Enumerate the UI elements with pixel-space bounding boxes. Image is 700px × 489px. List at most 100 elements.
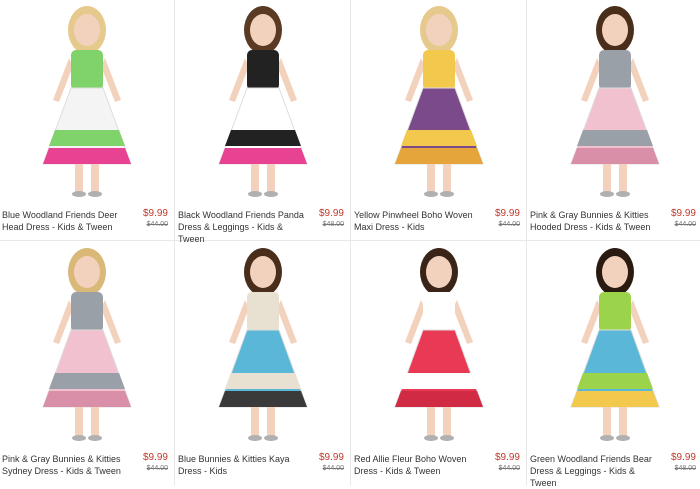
face [426, 256, 452, 288]
face [250, 14, 276, 46]
leg [427, 407, 435, 436]
sale-price: $9.99 [318, 452, 344, 463]
product-photo[interactable] [528, 242, 700, 448]
shoe [440, 191, 454, 197]
shoe [440, 435, 454, 441]
sale-price: $9.99 [318, 208, 344, 219]
dress-bodice [71, 292, 103, 332]
dress-bodice [71, 50, 103, 90]
dress-tier [219, 148, 307, 164]
leg [267, 164, 275, 192]
leg [251, 164, 259, 192]
girl-in-panda-dress-photo [218, 6, 308, 197]
product-name[interactable]: Red Allie Fleur Boho Woven Dress - Kids … [354, 453, 482, 477]
girl-in-pink-bunny-dress-photo [570, 6, 660, 197]
leg [603, 407, 611, 436]
shoe [424, 191, 438, 197]
shoe [72, 191, 86, 197]
dress-tier [225, 373, 301, 389]
grid-divider [350, 0, 351, 486]
girl-in-yellow-maxi-dress-photo [394, 6, 484, 197]
product-name[interactable]: Blue Woodland Friends Deer Head Dress - … [2, 209, 130, 233]
original-price: $44.00 [498, 465, 520, 472]
product-photo[interactable] [176, 0, 350, 204]
shoe [616, 191, 630, 197]
sale-price: $9.99 [142, 208, 168, 219]
leg [427, 164, 435, 192]
girl-in-red-boho-dress-photo [394, 248, 484, 441]
leg [91, 407, 99, 436]
dress-bodice [247, 292, 279, 332]
grid-divider [174, 0, 175, 486]
shoe [600, 191, 614, 197]
product-photo[interactable] [0, 0, 174, 204]
product-name[interactable]: Green Woodland Friends Bear Dress & Legg… [530, 453, 658, 489]
grid-divider [526, 0, 527, 486]
face [602, 256, 628, 288]
shoe [88, 435, 102, 441]
dress-bodice [599, 292, 631, 332]
leg [75, 407, 83, 436]
dress-tier [219, 391, 307, 407]
face [250, 256, 276, 288]
product-photo[interactable] [0, 242, 174, 448]
leg [443, 164, 451, 192]
face [74, 256, 100, 288]
shoe [600, 435, 614, 441]
dress-tier [577, 130, 653, 146]
leg [603, 164, 611, 192]
leg [91, 164, 99, 192]
product-grid: Blue Woodland Friends Deer Head Dress - … [0, 0, 700, 489]
sale-price: $9.99 [670, 452, 696, 463]
dress-tier [49, 130, 125, 146]
product-name[interactable]: Black Woodland Friends Panda Dress & Leg… [178, 209, 306, 245]
sale-price: $9.99 [142, 452, 168, 463]
dress-tier [49, 373, 125, 389]
dress-tier [571, 391, 659, 407]
original-price: $44.00 [146, 221, 168, 228]
leg [75, 164, 83, 192]
shoe [248, 435, 262, 441]
dress-tier [395, 391, 483, 407]
shoe [248, 191, 262, 197]
shoe [264, 435, 278, 441]
sale-price: $9.99 [494, 452, 520, 463]
girl-in-green-bear-dress-photo [570, 248, 660, 441]
product-name[interactable]: Yellow Pinwheel Boho Woven Maxi Dress - … [354, 209, 482, 233]
original-price: $44.00 [674, 221, 696, 228]
leg [619, 407, 627, 436]
product-name[interactable]: Pink & Gray Bunnies & Kitties Sydney Dre… [2, 453, 130, 477]
shoe [616, 435, 630, 441]
face [602, 14, 628, 46]
original-price: $44.00 [498, 221, 520, 228]
dress-bodice [423, 292, 455, 332]
dress-bodice [423, 50, 455, 90]
product-name[interactable]: Pink & Gray Bunnies & Kitties Hooded Dre… [530, 209, 658, 233]
girl-in-pink-sydney-dress-photo [42, 248, 132, 441]
dress-tier [225, 130, 301, 146]
original-price: $48.00 [322, 221, 344, 228]
product-photo[interactable] [528, 0, 700, 204]
original-price: $48.00 [674, 465, 696, 472]
shoe [88, 191, 102, 197]
face [74, 14, 100, 46]
leg [267, 407, 275, 436]
face [426, 14, 452, 46]
leg [251, 407, 259, 436]
girl-in-white-tiered-dress-photo [42, 6, 132, 197]
dress-tier [43, 391, 131, 407]
product-photo[interactable] [352, 242, 526, 448]
dress-tier [401, 373, 477, 389]
product-name[interactable]: Blue Bunnies & Kitties Kaya Dress - Kids [178, 453, 306, 477]
dress-bodice [247, 50, 279, 90]
shoe [424, 435, 438, 441]
product-photo[interactable] [176, 242, 350, 448]
leg [443, 407, 451, 436]
product-photo[interactable] [352, 0, 526, 204]
dress-tier [577, 373, 653, 389]
leg [619, 164, 627, 192]
dress-tier [401, 130, 477, 146]
dress-tier [571, 148, 659, 164]
shoe [72, 435, 86, 441]
dress-tier [395, 148, 483, 164]
